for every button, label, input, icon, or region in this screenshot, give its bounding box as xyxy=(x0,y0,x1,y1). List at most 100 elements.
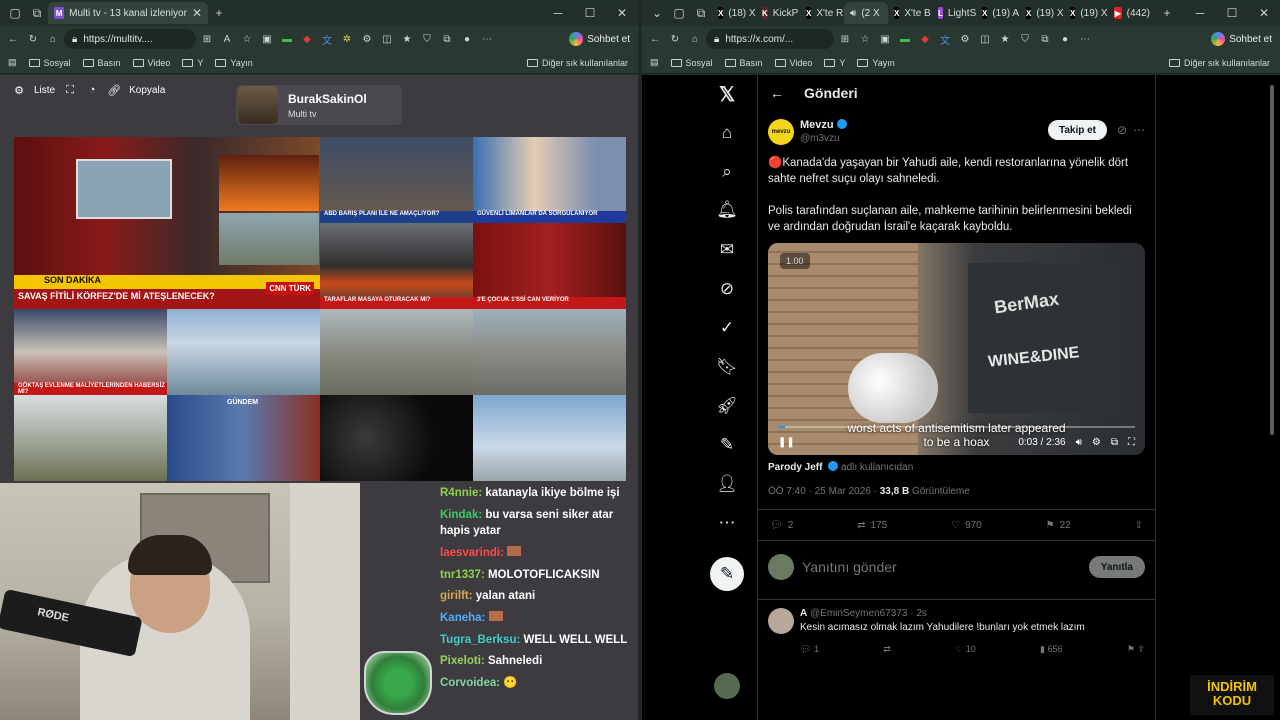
stream-gundem[interactable]: GÜNDEM xyxy=(167,395,320,481)
minimize-icon[interactable]: ─ xyxy=(1184,6,1216,20)
bookmark-sosyal[interactable]: Sosyal xyxy=(28,58,71,68)
reply-views[interactable]: ▮ 656 xyxy=(1040,644,1062,655)
avatar[interactable]: ● xyxy=(1056,30,1074,48)
kopyala-button[interactable]: Kopyala xyxy=(129,85,165,96)
scrollbar-thumb[interactable] xyxy=(1270,85,1274,435)
chat-user[interactable]: Pixeloti: xyxy=(440,655,485,667)
bookmark-basin[interactable]: Basın xyxy=(82,58,121,68)
stream-7[interactable] xyxy=(14,395,167,481)
grok-explain-icon[interactable]: ⊘ xyxy=(1117,123,1127,137)
chat-user[interactable]: girilft: xyxy=(440,590,473,602)
bookmark-video[interactable]: Video xyxy=(132,58,170,68)
favorite-icon[interactable]: ☆ xyxy=(238,30,256,48)
stream-cnn-turk[interactable]: SON DAKİKA SAVAŞ FİTİLİ KÖRFEZ'DE Mİ ATE… xyxy=(14,137,320,309)
chat-user[interactable]: Kaneha: xyxy=(440,612,485,624)
url-field[interactable]: 🔒︎ https://x.com/... xyxy=(706,29,834,49)
back-arrow-icon[interactable]: ← xyxy=(770,85,784,101)
reply-avatar[interactable] xyxy=(768,608,794,634)
reply-repost-button[interactable]: ⇄ xyxy=(883,644,891,655)
new-tab-icon[interactable]: + xyxy=(1156,2,1178,24)
rocket-icon[interactable]: 🚀︎ xyxy=(714,393,740,419)
bookmark-basin[interactable]: Basın xyxy=(724,58,763,68)
chat-user[interactable]: Kindak: xyxy=(440,509,482,521)
reload-icon[interactable]: ↻ xyxy=(666,30,684,48)
extension-icon[interactable]: ▣ xyxy=(876,30,894,48)
url-field[interactable]: 🔒︎ https://multitv.... xyxy=(64,29,196,49)
close-icon[interactable]: ✕ xyxy=(192,6,202,20)
chat-user[interactable]: tnr1337: xyxy=(440,569,485,581)
reply-input[interactable]: Yanıtını gönder xyxy=(802,559,897,575)
workspaces-icon[interactable]: ⧉ xyxy=(690,2,712,24)
bookmark-sosyal[interactable]: Sosyal xyxy=(670,58,713,68)
notifications-icon[interactable]: 🔔︎ xyxy=(714,197,740,223)
chat-user[interactable]: laesvarindi: xyxy=(440,547,504,559)
profile-icon[interactable]: ▢ xyxy=(668,2,690,24)
tab-x-4[interactable]: X (19) A xyxy=(976,2,1020,24)
more-icon[interactable]: ⋯ xyxy=(1076,30,1094,48)
collections-icon[interactable]: ⧉ xyxy=(438,30,456,48)
video-player[interactable]: BerMax WINE&DINE 1.00 worst acts of anti… xyxy=(768,243,1145,455)
translate-icon[interactable]: 文 xyxy=(936,30,954,48)
tab-actions-icon[interactable]: ⧉ xyxy=(26,2,48,24)
fullscreen-icon[interactable]: ⛶ xyxy=(1128,437,1135,448)
tab-actions-icon[interactable]: ⌄ xyxy=(646,2,668,24)
favorites-list-icon[interactable]: ★ xyxy=(996,30,1014,48)
close-window-icon[interactable]: ✕ xyxy=(1248,6,1280,20)
reply-submit-button[interactable]: Yanıtla xyxy=(1088,556,1145,578)
reply-reply-button[interactable]: 💬︎ 1 xyxy=(800,644,819,655)
scrollbar[interactable] xyxy=(1270,75,1276,720)
back-icon[interactable]: ← xyxy=(4,30,22,48)
reload-icon[interactable]: ↻ xyxy=(24,30,42,48)
messages-icon[interactable]: ✉ xyxy=(714,237,740,263)
shield-icon[interactable]: ⛉ xyxy=(1016,30,1034,48)
favorites-list-icon[interactable]: ★ xyxy=(398,30,416,48)
stream-city-1[interactable] xyxy=(320,309,473,395)
stream-sky-grid[interactable] xyxy=(167,309,320,395)
favorite-icon[interactable]: ☆ xyxy=(856,30,874,48)
tab-multitv[interactable]: M Multi tv - 13 kanal izleniyor ✕ xyxy=(48,2,208,24)
search-icon[interactable]: ⌕ xyxy=(714,159,740,185)
stream-4[interactable]: TARAFLAR MASAYA OTURACAK MI? xyxy=(320,223,473,309)
reply-bookmark-button[interactable]: ⚑ ⇪ xyxy=(1127,644,1145,655)
collections-icon[interactable]: ⧉ xyxy=(1036,30,1054,48)
split-screen-icon[interactable]: ◫ xyxy=(976,30,994,48)
chat-user[interactable]: R4nnie: xyxy=(440,487,482,499)
read-aloud-icon[interactable]: A xyxy=(218,30,236,48)
bookmark-yayin[interactable]: Yayın xyxy=(215,58,253,68)
reply-button[interactable]: 💬︎ 2 xyxy=(770,520,793,531)
follow-button[interactable]: Takip et xyxy=(1047,120,1107,140)
translate-icon[interactable]: 文 xyxy=(318,30,336,48)
link-icon[interactable]: 🔗︎ xyxy=(107,83,121,97)
extension-icon[interactable]: ▣ xyxy=(258,30,276,48)
sidebar-icon[interactable]: ▤ xyxy=(8,57,17,68)
timer-icon[interactable]: ◔ xyxy=(85,83,99,97)
author-avatar[interactable]: mevzu xyxy=(768,119,794,145)
video-progress-bar[interactable] xyxy=(778,426,1135,428)
extension-red-icon[interactable]: ◆ xyxy=(916,30,934,48)
minimize-icon[interactable]: ─ xyxy=(542,6,574,20)
maximize-icon[interactable]: ☐ xyxy=(1216,6,1248,20)
volume-icon[interactable]: 🔊︎ xyxy=(1076,437,1082,448)
x-logo-icon[interactable]: 𝕏 xyxy=(714,81,740,107)
extension-green-icon[interactable]: ▬ xyxy=(278,30,296,48)
profile-icon[interactable]: 👤︎ xyxy=(714,471,740,497)
stream-5[interactable]: 3'E ÇOCUK 1'SSİ CAN VERİYOR xyxy=(473,223,626,309)
other-bookmarks[interactable]: Diğer sık kullanılanlar xyxy=(526,58,628,68)
chat-user[interactable]: Corvoidea: xyxy=(440,677,500,689)
tab-x-2[interactable]: X X'te R xyxy=(800,2,844,24)
compose-post-button[interactable]: ✎ xyxy=(710,557,744,591)
reply-post[interactable]: A @EminSeymen67373 · 2s Kesin acımasız o… xyxy=(758,599,1155,663)
copilot-button[interactable]: Sohbet et xyxy=(1211,32,1276,46)
tab-youtube[interactable]: ▶ (442) xyxy=(1108,2,1156,24)
home-icon[interactable]: ⌂ xyxy=(686,30,704,48)
reply-like-button[interactable]: ♡ 10 xyxy=(955,644,976,655)
back-icon[interactable]: ← xyxy=(646,30,664,48)
tab-x-6[interactable]: X (19) X xyxy=(1064,2,1108,24)
tab-lights[interactable]: L LightS xyxy=(932,2,976,24)
tab-kick[interactable]: K KickP xyxy=(756,2,800,24)
articles-icon[interactable]: ✎ xyxy=(714,432,740,458)
settings-icon[interactable]: ⚙ xyxy=(358,30,376,48)
author-name[interactable]: Mevzu xyxy=(800,119,847,131)
source-user[interactable]: Parody Jeff xyxy=(768,462,822,473)
pip-icon[interactable]: ⧉ xyxy=(1111,437,1118,448)
